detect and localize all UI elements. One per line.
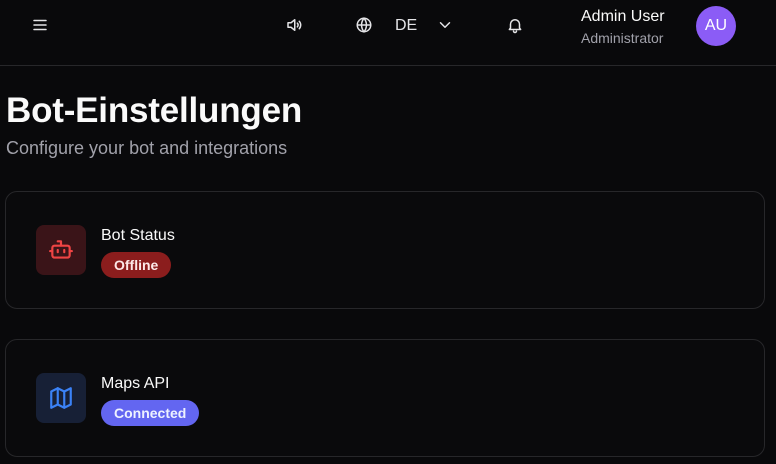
top-bar: DE Admin User Administrator AU	[0, 0, 776, 66]
speaker-icon[interactable]	[280, 11, 308, 39]
card-title: Bot Status	[101, 227, 175, 244]
bot-status-card: Bot Status Offline	[5, 191, 765, 309]
bot-icon	[36, 225, 86, 275]
chevron-down-icon[interactable]	[431, 11, 459, 39]
maps-api-card: Maps API Connected	[5, 339, 765, 457]
user-role: Administrator	[581, 30, 664, 46]
card-title: Maps API	[101, 375, 170, 392]
user-info: Admin User Administrator	[581, 7, 681, 49]
user-name: Admin User	[581, 8, 665, 25]
avatar[interactable]: AU	[696, 6, 736, 46]
globe-icon[interactable]	[350, 11, 378, 39]
page-title: Bot-Einstellungen	[6, 91, 303, 130]
status-badge: Connected	[101, 400, 200, 426]
map-icon	[36, 373, 86, 423]
status-badge: Offline	[101, 252, 172, 278]
bell-icon[interactable]	[501, 11, 529, 39]
hamburger-menu-icon[interactable]	[26, 11, 54, 39]
language-selector[interactable]: DE	[395, 16, 417, 36]
page-subtitle: Configure your bot and integrations	[6, 138, 288, 158]
